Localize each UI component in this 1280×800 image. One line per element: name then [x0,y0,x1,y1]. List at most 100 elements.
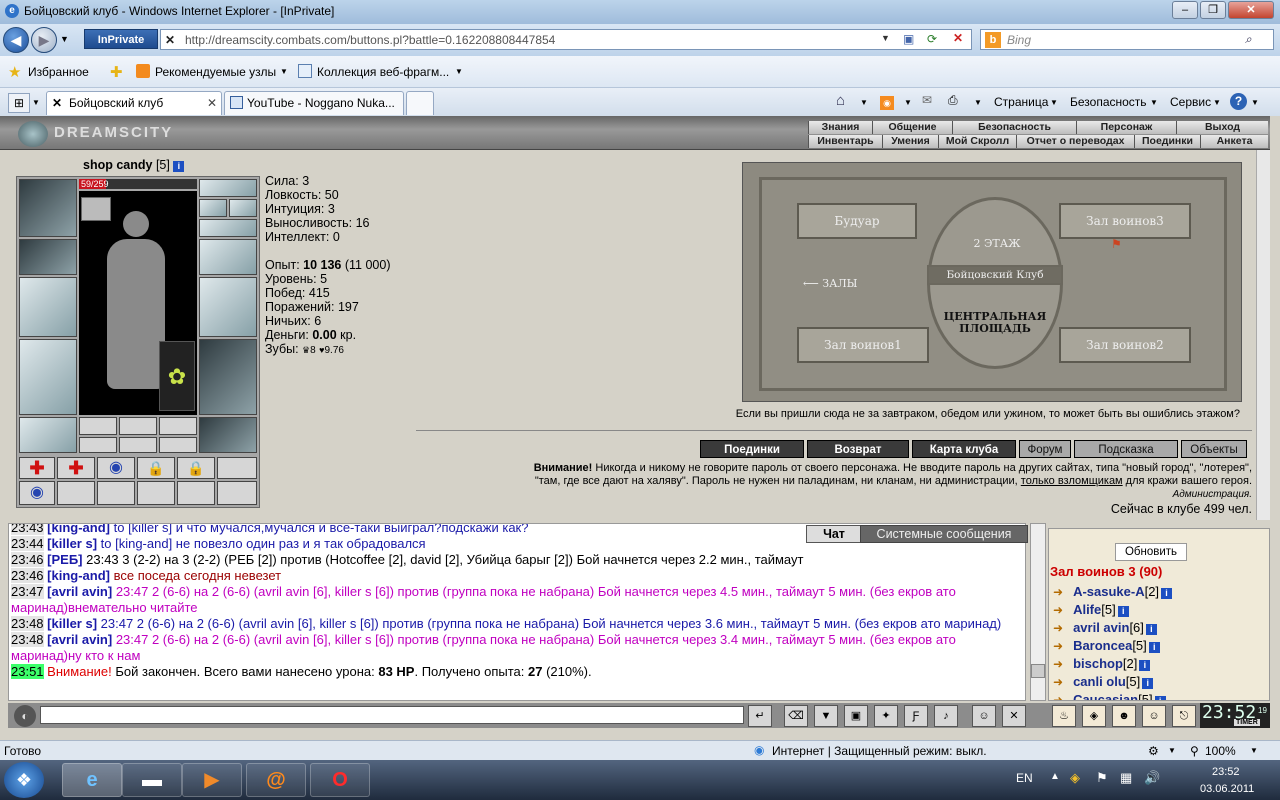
shield-slot[interactable] [199,277,257,337]
player-name[interactable]: Alife [1073,602,1101,617]
character-figure[interactable]: ✿ [79,191,197,415]
nav-exit[interactable]: Выход [1176,121,1268,134]
bag-icon[interactable]: ♨ [1052,705,1076,727]
network-icon[interactable]: ▦ [1120,770,1132,786]
mute-icon[interactable]: ✕ [1002,705,1026,727]
url-dropdown-icon[interactable]: ▼ [881,33,890,43]
info-icon[interactable]: i [1117,606,1129,617]
back-button[interactable]: ◀ [3,27,29,53]
protected-mode-icon[interactable]: ⚙ [1148,744,1159,758]
print-icon[interactable]: ⎙ [948,93,958,108]
chat-nick[interactable]: [avril avin] [47,584,112,599]
helmet-slot[interactable] [19,179,77,237]
empty-slot[interactable] [217,457,257,479]
info-icon[interactable]: i [1145,624,1157,635]
tab-youtube[interactable]: YouTube - Noggano Nuka... [224,91,404,115]
refresh-button[interactable]: Обновить [1115,543,1187,561]
helmet-icon[interactable]: ◈ [1082,705,1106,727]
info-icon[interactable]: i [173,161,185,172]
nav-communication[interactable]: Общение [872,121,952,134]
private-message-icon[interactable]: ➜ [1053,657,1063,671]
heal-potion-icon[interactable]: ✚ [19,457,55,479]
chevron-down-icon[interactable]: ▼ [974,98,982,107]
map-halls-link[interactable]: ⟵ ЗАЛЫ [803,277,857,290]
chat-nick[interactable]: [killer s] [47,616,97,631]
quick-tabs-icon[interactable]: ⊞ [8,93,30,113]
url-field[interactable]: ✕ http://dreamscity.combats.com/buttons.… [160,29,972,50]
scroll-icon[interactable]: ◉ [19,481,55,505]
media-player-icon[interactable]: ▶ [182,763,242,797]
empty-slot[interactable] [137,481,175,505]
help-icon[interactable]: ? [1230,93,1247,110]
info-icon[interactable]: i [1148,642,1160,653]
private-message-icon[interactable]: ➜ [1053,585,1063,599]
gloves-slot[interactable] [199,239,257,275]
tab-chat[interactable]: Чат [806,525,862,543]
ring-slot-1[interactable] [199,199,227,217]
new-tab-button[interactable] [406,91,434,115]
boots-slot[interactable] [199,417,257,453]
chat-nick[interactable]: [killer s] [47,536,97,551]
filter-icon[interactable]: ▼ [814,705,838,727]
room-warriors1[interactable]: Зал воинов1 [797,327,929,363]
nav-inventory[interactable]: Инвентарь [808,135,882,148]
safety-menu[interactable]: Безопасность [1070,95,1147,109]
people-icon[interactable]: ☻ [1112,705,1136,727]
favorites-button[interactable]: Избранное [28,65,89,79]
lock-icon[interactable]: 🔒 [137,457,175,479]
search-field[interactable]: b Bing ⌕ [980,29,1274,50]
empty-slot[interactable] [57,481,95,505]
refresh-icon[interactable]: ⟳ [927,32,937,46]
tray-expand-icon[interactable]: ▲ [1050,771,1060,782]
hackers-link[interactable]: только взломщикам [1021,475,1123,487]
chevron-down-icon[interactable]: ▼ [1168,746,1176,755]
send-icon[interactable]: ↵ [748,705,772,727]
nav-knowledge[interactable]: Знания [808,121,872,134]
player-name[interactable]: canli olu [1073,674,1126,689]
rune-slot-2[interactable] [119,417,157,435]
fighter-icon[interactable]: ✦ [874,705,898,727]
tab-fightclub[interactable]: ✕ Бойцовский клуб ✕ [46,91,222,115]
rune-slot-3[interactable] [159,417,197,435]
mail-agent-icon[interactable]: @ [246,763,306,797]
chevron-down-icon[interactable]: ▼ [455,67,463,76]
private-message-icon[interactable]: ➜ [1053,693,1063,700]
sound-icon[interactable]: ♪ [934,705,958,727]
weapon-slot[interactable] [19,277,77,337]
suggested-sites-link[interactable]: Рекомендуемые узлы [155,65,276,79]
tray-app-icon[interactable]: ◈ [1070,770,1080,786]
taskbar-clock[interactable]: 23:52 [1212,766,1240,778]
room-boudoir[interactable]: Будуар [797,203,917,239]
pants-slot[interactable] [199,339,257,415]
zoom-level[interactable]: 100% [1205,744,1236,758]
chevron-down-icon[interactable]: ▼ [1050,98,1058,107]
home-icon[interactable]: ⌂ [836,92,845,109]
friends-icon[interactable]: ☺ [1142,705,1166,727]
heal-potion-icon[interactable]: ✚ [57,457,95,479]
tools-menu[interactable]: Сервис [1170,95,1211,109]
map-club-link[interactable]: Бойцовский Клуб [927,265,1063,285]
compat-view-icon[interactable]: ▣ [903,32,914,46]
chevron-down-icon[interactable]: ▼ [904,98,912,107]
private-message-icon[interactable]: ➜ [1053,603,1063,617]
volume-icon[interactable]: 🔊 [1144,770,1160,786]
close-window-button[interactable]: ✕ [1228,1,1274,19]
info-icon[interactable]: i [1154,696,1166,700]
translit-icon[interactable]: Ƒ [904,705,928,727]
chat-nick[interactable]: [king-and] [47,568,110,583]
scroll-icon[interactable]: ◉ [97,457,135,479]
eraser-icon[interactable]: ⌫ [784,705,808,727]
room-warriors3[interactable]: Зал воинов3 [1059,203,1191,239]
empty-slot[interactable] [217,481,257,505]
app-taskbar-icon[interactable]: ▬ [122,763,182,797]
nav-transfer-report[interactable]: Отчет о переводах [1016,135,1134,148]
forum-button[interactable]: Форум [1019,440,1071,458]
language-indicator[interactable]: EN [1016,771,1033,785]
start-button[interactable]: ❖ [4,762,44,798]
chevron-down-icon[interactable]: ▼ [280,67,288,76]
search-icon[interactable]: ⌕ [1245,32,1252,47]
exit-icon[interactable]: ⎋ [1172,705,1196,727]
maximize-button[interactable]: ❐ [1200,1,1226,19]
chat-input[interactable] [40,706,744,724]
empty-slot[interactable] [97,481,135,505]
